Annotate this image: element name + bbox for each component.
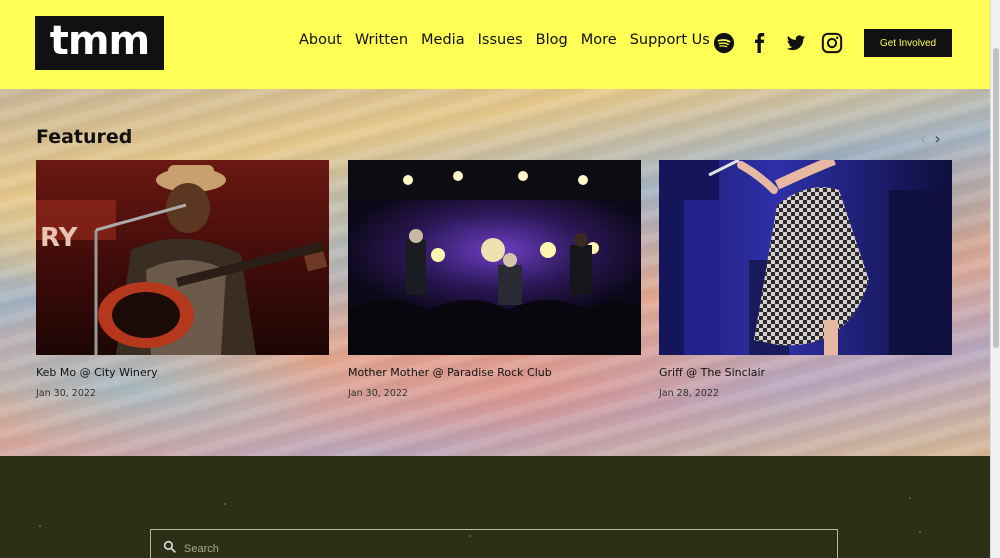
page-scrollbar[interactable] bbox=[990, 0, 1000, 558]
chevron-right-icon[interactable]: › bbox=[934, 129, 940, 148]
logo-text: tmm bbox=[49, 18, 150, 64]
nav-support-us[interactable]: Support Us bbox=[630, 32, 710, 48]
nav-issues[interactable]: Issues bbox=[478, 32, 523, 48]
featured-heading: Featured bbox=[36, 126, 133, 148]
site-logo[interactable]: tmm bbox=[35, 16, 164, 70]
nav-written[interactable]: Written bbox=[355, 32, 408, 48]
nav-about[interactable]: About bbox=[299, 32, 342, 48]
chevron-left-icon[interactable]: ‹ bbox=[920, 129, 926, 148]
featured-card-title[interactable]: Mother Mother @ Paradise Rock Club bbox=[348, 366, 641, 379]
featured-card-title[interactable]: Keb Mo @ City Winery bbox=[36, 366, 329, 379]
concert-photo-singer[interactable] bbox=[659, 160, 952, 355]
social-links bbox=[712, 31, 844, 55]
featured-section: Featured ‹ › RY Keb Mo @ City Winery Jan… bbox=[0, 89, 990, 456]
search-input[interactable] bbox=[184, 543, 784, 555]
carousel-arrows: ‹ › bbox=[920, 129, 941, 148]
nav-blog[interactable]: Blog bbox=[536, 32, 568, 48]
spotify-icon[interactable] bbox=[712, 31, 736, 55]
instagram-icon[interactable] bbox=[820, 31, 844, 55]
twitter-icon[interactable] bbox=[784, 31, 808, 55]
featured-card-date: Jan 30, 2022 bbox=[36, 388, 96, 399]
svg-text:RY: RY bbox=[40, 223, 79, 253]
nav-media[interactable]: Media bbox=[421, 32, 465, 48]
scrollbar-thumb[interactable] bbox=[993, 48, 999, 348]
main-nav: About Written Media Issues Blog More Sup… bbox=[299, 32, 723, 48]
featured-card[interactable]: Mother Mother @ Paradise Rock Club Jan 3… bbox=[348, 160, 641, 399]
concert-photo-stage[interactable] bbox=[348, 160, 641, 355]
search-section bbox=[0, 456, 990, 558]
featured-card-title[interactable]: Griff @ The Sinclair bbox=[659, 366, 952, 379]
site-header: tmm About Written Media Issues Blog More… bbox=[0, 0, 990, 89]
nav-more[interactable]: More bbox=[581, 32, 617, 48]
get-involved-button[interactable]: Get Involved bbox=[864, 29, 952, 57]
featured-card-date: Jan 28, 2022 bbox=[659, 388, 719, 399]
featured-card-date: Jan 30, 2022 bbox=[348, 388, 408, 399]
search-bar[interactable] bbox=[150, 529, 838, 558]
featured-card[interactable]: RY Keb Mo @ City Winery Jan 30, 2022 bbox=[36, 160, 329, 399]
facebook-icon[interactable] bbox=[748, 31, 772, 55]
featured-card[interactable]: Griff @ The Sinclair Jan 28, 2022 bbox=[659, 160, 952, 399]
search-icon bbox=[163, 540, 176, 558]
concert-photo-guitarist[interactable]: RY bbox=[36, 160, 329, 355]
